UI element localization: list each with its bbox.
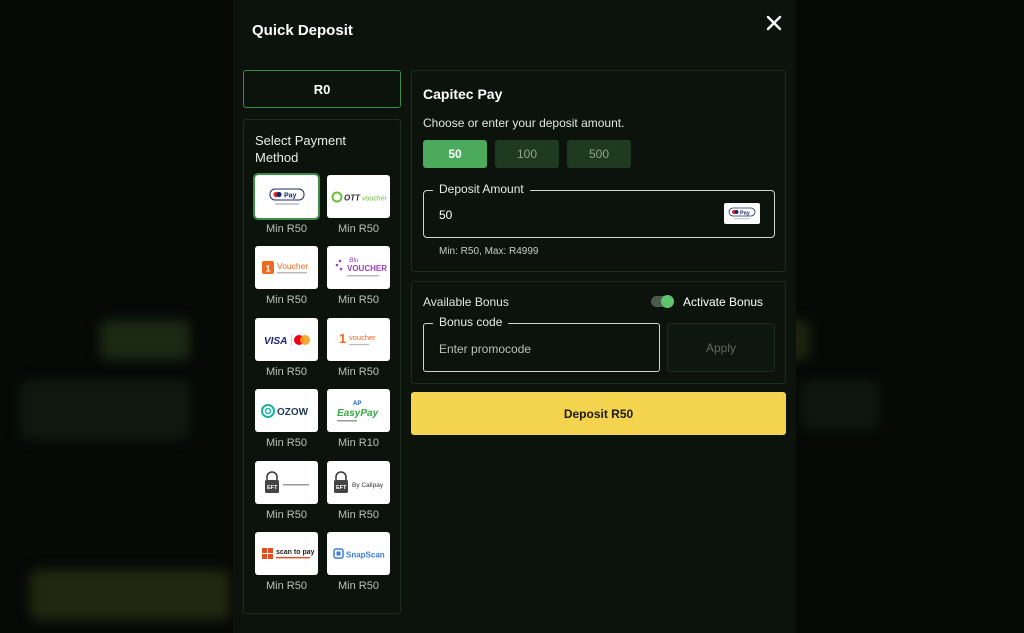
bonus-code-field: Bonus code xyxy=(423,315,660,372)
ott-voucher-logo-icon: OTT voucher xyxy=(331,191,387,202)
activate-bonus-toggle[interactable] xyxy=(651,295,674,308)
payment-method-min: Min R50 xyxy=(266,509,307,521)
payment-method-min: Min R50 xyxy=(266,294,307,306)
payment-method-1voucher-callpay[interactable]: 1 voucher xyxy=(327,318,390,361)
payment-method-min: Min R50 xyxy=(266,437,307,449)
svg-text:scan to pay: scan to pay xyxy=(276,549,315,556)
modal-title: Quick Deposit xyxy=(252,22,353,39)
available-bonus-label: Available Bonus xyxy=(423,295,509,309)
svg-text:VISA: VISA xyxy=(264,336,287,347)
deposit-amount-label: Deposit Amount xyxy=(433,182,530,196)
svg-text:EFT: EFT xyxy=(336,485,347,491)
balance-display: R0 xyxy=(243,70,401,108)
payment-method-eft[interactable]: EFT xyxy=(255,461,318,504)
payment-method-ott-voucher[interactable]: OTT voucher xyxy=(327,175,390,218)
deposit-amount-value[interactable]: 50 xyxy=(439,208,452,222)
payment-method-min: Min R50 xyxy=(266,223,307,235)
amount-preset-50[interactable]: 50 xyxy=(423,140,487,168)
backdrop-shape xyxy=(100,320,190,360)
1voucher-logo-icon: 1 Voucher xyxy=(261,260,308,274)
svg-text:voucher: voucher xyxy=(349,333,376,342)
svg-text:OZOW: OZOW xyxy=(277,407,309,418)
payment-methods-panel: Select Payment Method Pay Min R50 OTT vou… xyxy=(243,119,401,614)
capitec-pay-icon: Pay xyxy=(724,203,760,224)
payment-method-blu-voucher[interactable]: Blu VOUCHER xyxy=(327,246,390,289)
backdrop-shape xyxy=(20,380,190,440)
visa-mastercard-logo-icon: VISA xyxy=(264,334,310,347)
close-icon[interactable] xyxy=(763,12,785,34)
svg-text:Pay: Pay xyxy=(284,192,297,199)
payment-method-min: Min R50 xyxy=(338,294,379,306)
scan-to-pay-logo-icon: scan to pay xyxy=(261,547,315,559)
deposit-instruction: Choose or enter your deposit amount. xyxy=(423,116,625,130)
svg-text:Blu: Blu xyxy=(349,257,359,264)
activate-bonus-label: Activate Bonus xyxy=(683,295,764,309)
svg-text:1: 1 xyxy=(265,263,270,273)
amount-preset-100[interactable]: 100 xyxy=(495,140,559,168)
backdrop-shape xyxy=(30,570,230,620)
capitec-pay-logo-icon: Pay xyxy=(269,188,304,205)
eft-logo-icon: EFT xyxy=(264,470,309,493)
svg-text:EFT: EFT xyxy=(267,485,278,491)
payment-method-min: Min R50 xyxy=(266,580,307,592)
deposit-panel: Capitec Pay Choose or enter your deposit… xyxy=(411,70,786,272)
deposit-limits: Min: R50, Max: R4999 xyxy=(439,246,539,257)
svg-text:1: 1 xyxy=(339,331,346,346)
svg-text:SnapScan: SnapScan xyxy=(346,550,385,559)
payment-method-eft-callpay[interactable]: EFT By Callpay xyxy=(327,461,390,504)
svg-text:AP: AP xyxy=(353,401,361,407)
bonus-code-input[interactable] xyxy=(425,334,658,364)
payment-method-snapscan[interactable]: SnapScan xyxy=(327,532,390,575)
payment-method-ozow[interactable]: OZOW xyxy=(255,389,318,432)
easypay-logo-icon: APEasyPay xyxy=(336,401,379,421)
svg-text:EasyPay: EasyPay xyxy=(337,408,379,419)
backdrop-shape xyxy=(800,380,880,430)
bonus-code-label: Bonus code xyxy=(433,315,509,329)
payment-method-scan-to-pay[interactable]: scan to pay xyxy=(255,532,318,575)
deposit-submit-button[interactable]: Deposit R50 xyxy=(411,392,786,435)
deposit-amount-field[interactable]: Deposit Amount 50 Pay xyxy=(423,182,775,238)
payment-methods-title: Select Payment Method xyxy=(255,133,347,165)
payment-method-min: Min R50 xyxy=(338,509,379,521)
amount-preset-500[interactable]: 500 xyxy=(567,140,631,168)
ozow-logo-icon: OZOW xyxy=(260,403,309,418)
payment-method-visa-mastercard[interactable]: VISA xyxy=(255,318,318,361)
payment-method-min: Min R10 xyxy=(338,437,379,449)
payment-method-easypay[interactable]: AP EasyPay xyxy=(327,389,390,432)
1voucher-callpay-logo-icon: 1 voucher xyxy=(339,331,376,346)
selected-method-title: Capitec Pay xyxy=(423,86,503,102)
eft-callpay-logo-icon: EFT By Callpay xyxy=(333,470,384,493)
quick-deposit-modal: Quick Deposit R0 Select Payment Method P… xyxy=(233,0,796,633)
toggle-knob xyxy=(661,295,674,308)
svg-text:Pay: Pay xyxy=(740,210,751,216)
svg-text:By Callpay: By Callpay xyxy=(352,482,384,489)
svg-text:VOUCHER: VOUCHER xyxy=(347,264,387,273)
blu-voucher-logo-icon: BluVOUCHER xyxy=(335,257,387,276)
payment-method-min: Min R50 xyxy=(266,366,307,378)
payment-method-min: Min R50 xyxy=(338,580,379,592)
payment-method-1voucher[interactable]: 1 Voucher xyxy=(255,246,318,289)
payment-method-capitec-pay[interactable]: Pay xyxy=(253,173,320,220)
svg-text:OTT: OTT xyxy=(344,193,361,202)
apply-bonus-button[interactable]: Apply xyxy=(667,323,775,372)
svg-text:Voucher: Voucher xyxy=(277,261,308,271)
bonus-panel: Available Bonus Activate Bonus Bonus cod… xyxy=(411,281,786,384)
payment-method-min: Min R50 xyxy=(338,223,379,235)
svg-text:voucher: voucher xyxy=(362,195,387,202)
snapscan-logo-icon: SnapScan xyxy=(332,547,385,559)
payment-method-min: Min R50 xyxy=(338,366,379,378)
